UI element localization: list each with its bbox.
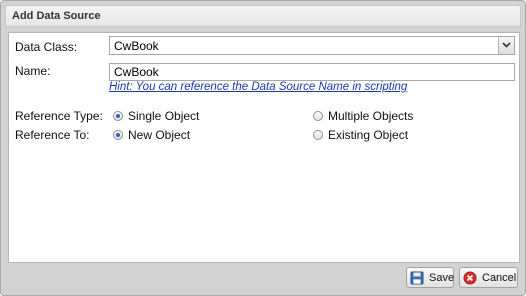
multiple-objects-label: Multiple Objects [328,109,414,123]
existing-object-label: Existing Object [328,128,409,142]
cancel-button[interactable]: Cancel [459,267,518,288]
new-object-label: New Object [128,128,191,142]
reference-to-label: Reference To: [15,128,90,142]
data-class-value: CwBook [114,39,159,53]
add-data-source-dialog: Add Data Source Data Class: CwBook Name:… [0,0,526,296]
reference-type-label: Reference Type: [15,109,103,123]
new-object-option[interactable]: New Object [113,128,190,142]
multiple-objects-option[interactable]: Multiple Objects [313,109,413,123]
cancel-label: Cancel [482,271,517,284]
multiple-objects-radio[interactable] [313,111,323,121]
cancel-icon [463,271,477,285]
save-icon [410,271,424,285]
data-class-label: Data Class: [15,40,78,54]
existing-object-option[interactable]: Existing Object [313,128,408,142]
scripting-hint-link[interactable]: Hint: You can reference the Data Source … [109,81,407,93]
name-input[interactable] [109,63,515,81]
save-button[interactable]: Save [406,267,454,288]
new-object-radio[interactable] [113,130,123,140]
dialog-body: Data Class: CwBook Name: Hint: You can r… [8,32,520,263]
save-label: Save [429,271,455,284]
chevron-down-icon [502,42,511,48]
single-object-option[interactable]: Single Object [113,109,199,123]
single-object-radio[interactable] [113,111,123,121]
dialog-title: Add Data Source [12,10,101,22]
dropdown-trigger[interactable] [498,37,514,54]
data-class-select[interactable]: CwBook [109,36,515,55]
name-label: Name: [15,64,51,78]
existing-object-radio[interactable] [313,130,323,140]
dialog-titlebar[interactable]: Add Data Source [5,5,521,27]
single-object-label: Single Object [128,109,200,123]
